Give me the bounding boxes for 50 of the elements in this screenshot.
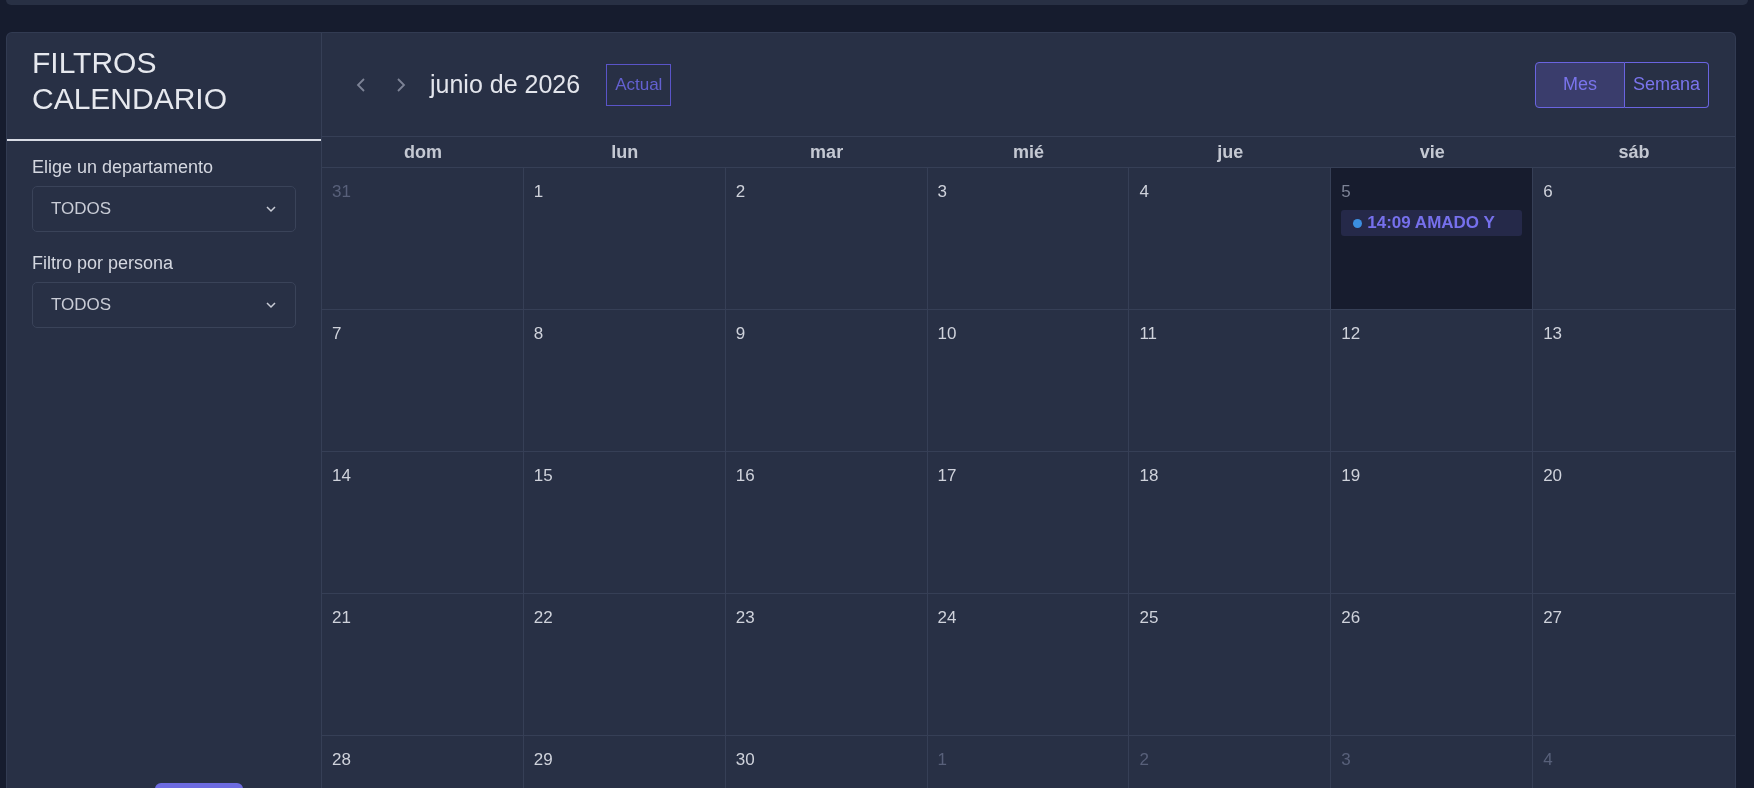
day-number: 21 — [332, 608, 352, 628]
day-number: 12 — [1341, 324, 1362, 344]
weekday-header: jue — [1129, 137, 1332, 168]
day-number: 25 — [1139, 608, 1160, 628]
weekday-header: dom — [322, 137, 524, 168]
view-tab[interactable]: Semana — [1624, 61, 1709, 108]
weekday-header: mié — [927, 137, 1130, 168]
weekday-header: lun — [523, 137, 726, 168]
day-number: 16 — [735, 466, 756, 486]
day-number: 24 — [937, 608, 958, 628]
day-number: 29 — [533, 750, 554, 770]
month-title: junio de 2026 — [430, 70, 581, 99]
day-number: 15 — [533, 466, 554, 486]
day-number: 3 — [937, 182, 949, 202]
day-number: 28 — [332, 750, 352, 770]
day-number: 18 — [1139, 466, 1160, 486]
sidebar-title: FILTROS CALENDARIO — [7, 33, 321, 141]
day-number: 9 — [735, 324, 747, 344]
chevron-down-icon — [265, 301, 277, 309]
weekday-header: mar — [725, 137, 928, 168]
today-button[interactable]: Actual — [606, 63, 672, 106]
day-number: 10 — [937, 324, 958, 344]
day-number: 11 — [1139, 324, 1159, 344]
chevron-right-icon[interactable] — [396, 76, 406, 93]
day-number: 19 — [1341, 466, 1362, 486]
day-number: 8 — [533, 324, 545, 344]
day-number: 6 — [1543, 182, 1554, 202]
day-number: 14 — [332, 466, 352, 486]
dropdown-field[interactable]: TODOS — [32, 282, 296, 328]
day-number: 13 — [1543, 324, 1564, 344]
day-number: 23 — [735, 608, 756, 628]
day-number: 26 — [1341, 608, 1362, 628]
weekday-header: sáb — [1533, 137, 1735, 168]
day-number: 22 — [533, 608, 554, 628]
day-number: 2 — [735, 182, 747, 202]
day-number: 4 — [1139, 182, 1150, 202]
event-chip[interactable]: 14:09 AMADO Y — [1341, 210, 1523, 236]
day-number: 20 — [1543, 466, 1564, 486]
day-number: 17 — [937, 466, 958, 486]
dropdown-field[interactable]: TODOS — [32, 186, 296, 232]
day-number: 30 — [735, 750, 756, 770]
chevron-down-icon — [265, 205, 277, 213]
filter-label: Filtro por persona — [32, 253, 175, 274]
day-number: 5 — [1341, 182, 1352, 202]
filter-label: Elige un departamento — [32, 157, 215, 178]
chevron-left-icon[interactable] — [356, 76, 366, 93]
day-number: 7 — [332, 324, 343, 344]
view-tab[interactable]: Mes — [1534, 61, 1625, 108]
day-number: 1 — [533, 182, 545, 202]
day-number: 27 — [1543, 608, 1564, 628]
